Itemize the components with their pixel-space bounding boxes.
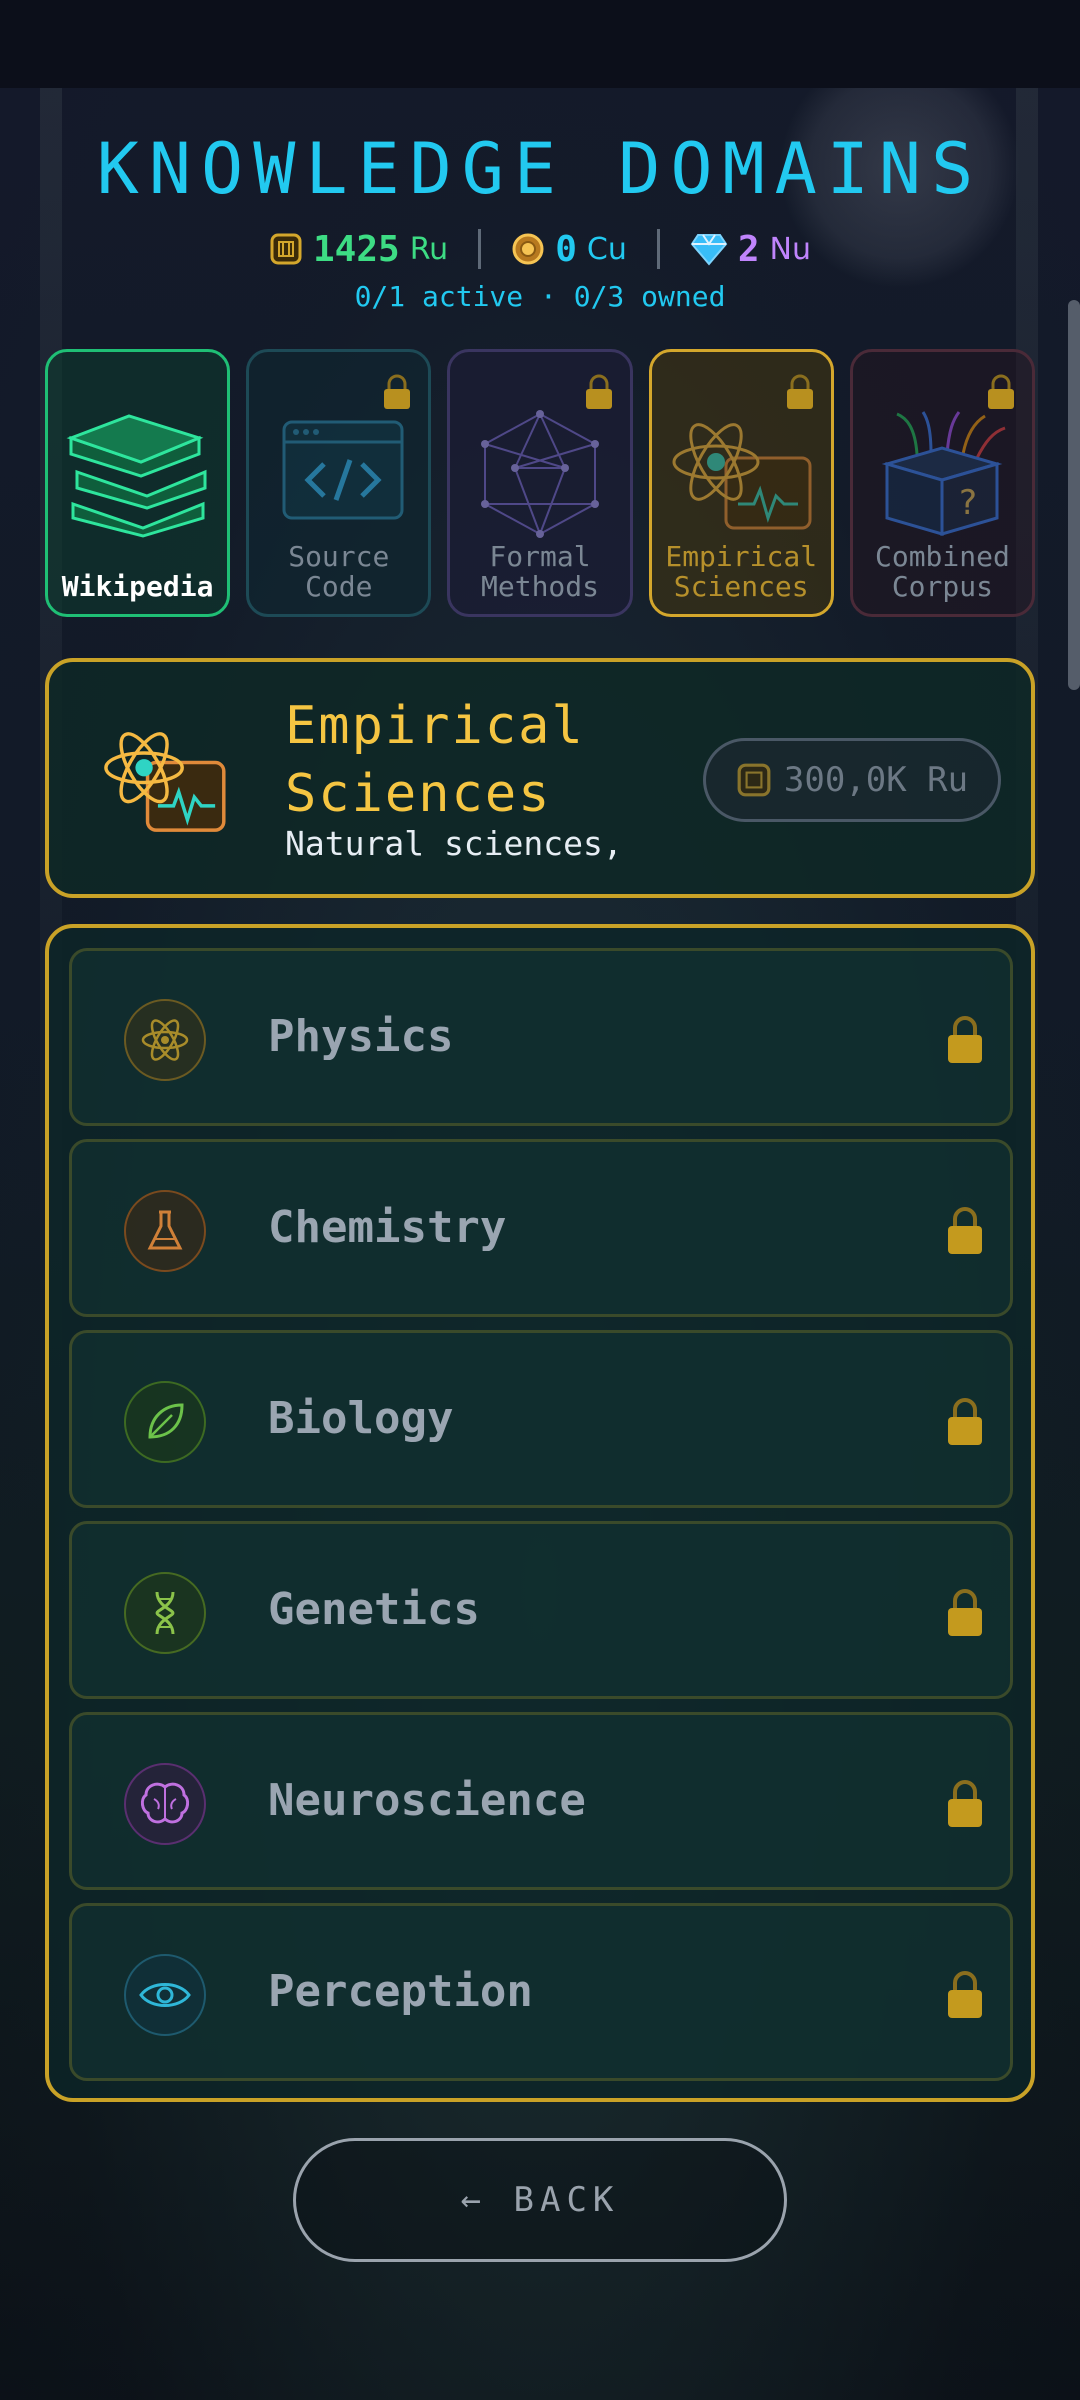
selected-domain-subtitle: Natural sciences, xyxy=(285,824,623,863)
domain-tab-source-code[interactable]: Source Code xyxy=(246,349,432,617)
brain-icon xyxy=(124,1763,206,1845)
subdomain-list: Physics Chemistry Biology Genetics Neuro… xyxy=(45,924,1035,2102)
subdomain-label: Perception xyxy=(268,1966,533,2017)
domain-tab-wikipedia[interactable]: Wikipedia xyxy=(45,349,231,617)
lock-icon xyxy=(948,1016,982,1063)
subdomain-label: Biology xyxy=(268,1393,454,1444)
cu-unit: Cu xyxy=(586,231,627,267)
subdomain-item-biology[interactable]: Biology xyxy=(69,1330,1013,1508)
domain-tab-combined-corpus[interactable]: ? Combined Corpus xyxy=(849,349,1036,617)
lock-icon xyxy=(988,374,1015,409)
price-label: 300,0K Ru xyxy=(783,760,969,800)
back-button[interactable]: ← BACK xyxy=(293,2138,787,2262)
eye-icon xyxy=(124,1954,206,2036)
domain-tab-label: Formal Methods xyxy=(481,540,600,603)
lock-icon xyxy=(948,1589,982,1636)
mystery-box-icon: ? xyxy=(882,411,1006,536)
cu-amount: 0 xyxy=(555,228,577,270)
domain-tab-label: Source Code xyxy=(288,540,390,603)
atom-icon xyxy=(124,999,206,1081)
subdomain-label: Neuroscience xyxy=(268,1775,586,1826)
atom-folder-icon xyxy=(104,732,226,832)
subdomain-label: Chemistry xyxy=(268,1202,507,1253)
title-line: Empirical xyxy=(285,696,585,756)
subdomain-item-perception[interactable]: Perception xyxy=(69,1903,1013,2081)
chip-coin-icon xyxy=(737,763,771,797)
graph-network-icon xyxy=(481,410,599,538)
atom-folder-icon xyxy=(672,423,812,530)
subdomain-item-genetics[interactable]: Genetics xyxy=(69,1521,1013,1699)
lock-icon xyxy=(948,1780,982,1827)
title-line: Sciences xyxy=(285,764,552,824)
nu-amount: 2 xyxy=(737,228,760,270)
lock-icon xyxy=(948,1207,982,1254)
domain-tab-label: Combined Corpus xyxy=(874,540,1010,603)
leaf-icon xyxy=(124,1381,206,1463)
books-icon xyxy=(66,414,207,538)
currency-nu: 2 Nu xyxy=(660,229,841,270)
scrollbar-thumb[interactable] xyxy=(1068,300,1080,690)
purchase-button[interactable]: 300,0K Ru xyxy=(703,738,1001,822)
subdomain-label: Genetics xyxy=(268,1584,480,1635)
subdomain-item-physics[interactable]: Physics xyxy=(69,948,1013,1126)
code-window-icon xyxy=(282,420,404,520)
lock-icon xyxy=(948,1971,982,2018)
status-bar xyxy=(0,0,1080,88)
lock-icon xyxy=(948,1398,982,1445)
currency-ru: 1425 Ru xyxy=(239,229,478,270)
domain-tabs: Wikipedia Source Code Formal Methods Emp… xyxy=(45,349,1036,619)
domain-tab-empirical-sciences[interactable]: Empirical Sciences xyxy=(648,349,834,617)
selected-domain-title: Empirical Sciences xyxy=(285,692,705,828)
currency-bar: 1425 Ru 0 Cu 2 Nu xyxy=(0,222,1080,276)
selected-domain-card: Empirical Sciences Natural sciences, 300… xyxy=(45,658,1035,898)
currency-cu: 0 Cu xyxy=(481,229,657,270)
dna-icon xyxy=(124,1572,206,1654)
domain-tab-formal-methods[interactable]: Formal Methods xyxy=(447,349,633,617)
page-title: KNOWLEDGE DOMAINS xyxy=(96,128,984,210)
gold-coin-icon xyxy=(512,233,544,265)
lock-icon xyxy=(585,374,612,409)
subdomain-label: Physics xyxy=(268,1011,454,1062)
domain-tab-label: Wikipedia xyxy=(61,570,214,603)
subdomain-item-neuroscience[interactable]: Neuroscience xyxy=(69,1712,1013,1890)
subdomain-item-chemistry[interactable]: Chemistry xyxy=(69,1139,1013,1317)
svg-text:?: ? xyxy=(959,483,977,523)
ru-amount: 1425 xyxy=(312,228,400,270)
flask-icon xyxy=(124,1190,206,1272)
lock-icon xyxy=(384,374,411,409)
ru-unit: Ru xyxy=(409,231,449,267)
chip-coin-icon xyxy=(270,233,302,265)
ownership-status: 0/1 active · 0/3 owned xyxy=(354,280,726,313)
lock-icon xyxy=(786,374,813,409)
domain-tab-label: Empirical Sciences xyxy=(665,540,818,603)
nu-unit: Nu xyxy=(769,231,812,267)
diamond-icon xyxy=(690,234,728,266)
